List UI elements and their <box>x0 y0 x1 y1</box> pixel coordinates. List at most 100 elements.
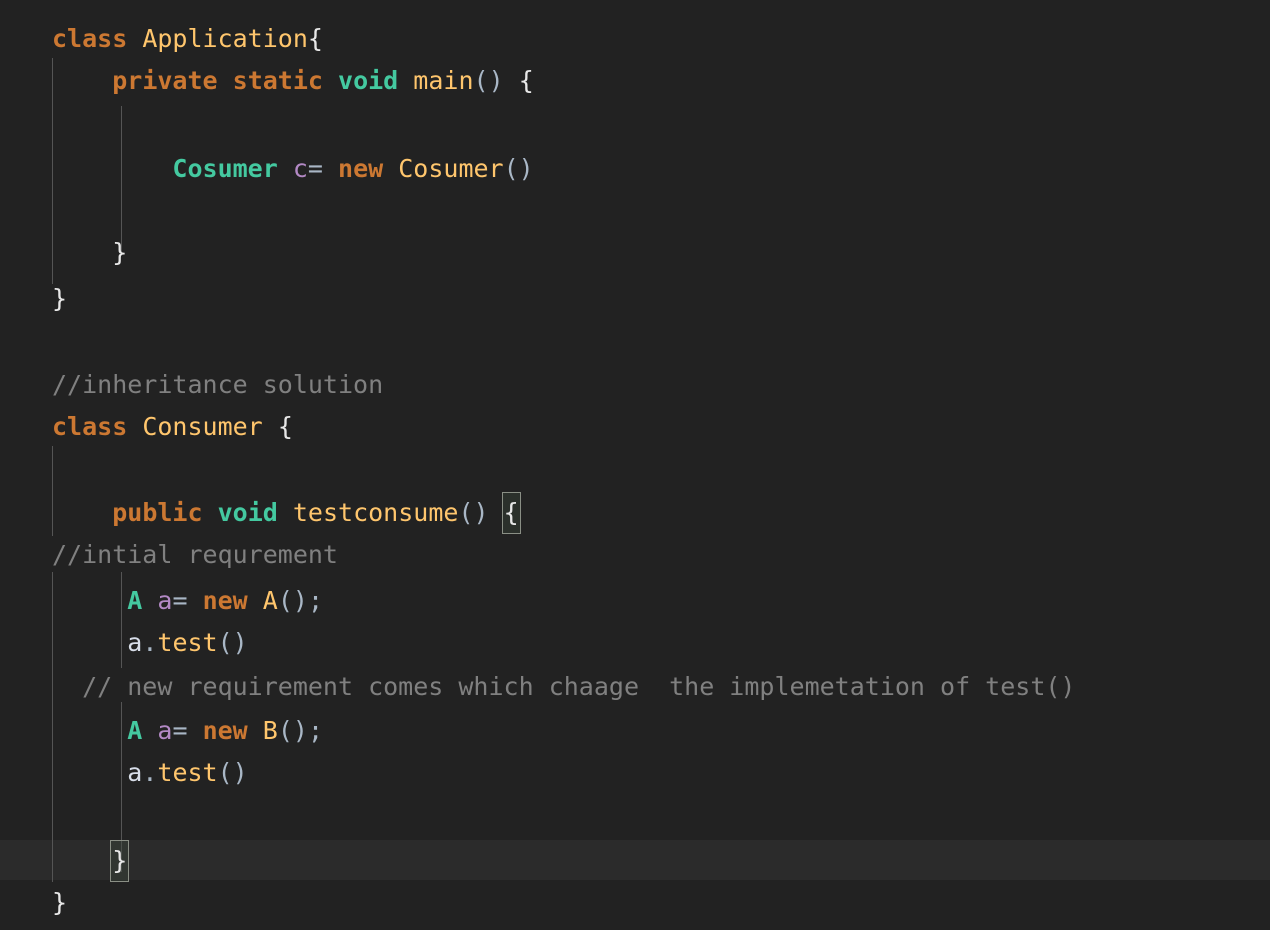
token-identifier: B <box>262 716 278 745</box>
token-punctuation: () <box>503 154 534 183</box>
code-editor[interactable]: class Application{ private static void m… <box>0 0 1270 930</box>
code-line-17[interactable]: a.test() <box>52 752 248 794</box>
code-line-9[interactable]: class Consumer { <box>52 406 293 448</box>
token-identifier: test <box>157 758 218 787</box>
token-punctuation: = <box>172 586 188 615</box>
token-brace_white: { <box>518 66 534 95</box>
code-line-20[interactable]: } <box>52 882 67 924</box>
code-line-7[interactable] <box>52 320 67 362</box>
token-keyword: private <box>112 66 218 95</box>
token-type: void <box>217 498 278 527</box>
token-brace_white: { <box>277 412 293 441</box>
token-variable: c <box>292 154 308 183</box>
code-text-layer[interactable]: class Application{ private static void m… <box>0 0 1270 930</box>
code-line-18[interactable] <box>52 794 67 836</box>
token-punctuation: () <box>217 758 248 787</box>
code-line-8[interactable]: //inheritance solution <box>52 364 383 406</box>
token-punctuation: () <box>217 628 248 657</box>
token-punctuation: (); <box>277 586 324 615</box>
code-line-19[interactable]: } <box>52 840 130 882</box>
token-plain_ident: a <box>127 628 143 657</box>
token-keyword: class <box>52 412 128 441</box>
token-keyword: new <box>338 154 384 183</box>
token-plain_ident: a <box>127 758 143 787</box>
token-keyword: new <box>202 716 248 745</box>
bracket-match-highlight: { <box>501 492 521 534</box>
code-line-1[interactable]: private static void main() { <box>52 60 534 102</box>
token-keyword: class <box>52 24 128 53</box>
code-line-6[interactable]: } <box>52 278 67 320</box>
token-type: Cosumer <box>172 154 278 183</box>
code-line-3[interactable]: Cosumer c= new Cosumer() <box>52 148 534 190</box>
token-keyword: new <box>202 586 248 615</box>
token-brace_white: } <box>52 284 68 313</box>
token-brace_white: { <box>307 24 323 53</box>
token-comment: //inheritance solution <box>52 370 384 399</box>
token-identifier: Consumer <box>142 412 263 441</box>
token-comment: // new requirement comes which chaage th… <box>52 672 1076 701</box>
code-line-13[interactable]: A a= new A(); <box>52 580 323 622</box>
code-line-15[interactable]: // new requirement comes which chaage th… <box>52 666 1076 708</box>
code-line-2[interactable] <box>52 102 67 144</box>
token-keyword: public <box>112 498 203 527</box>
token-keyword: static <box>232 66 323 95</box>
token-brace_white: } <box>52 888 68 917</box>
code-line-0[interactable]: class Application{ <box>52 18 323 60</box>
token-punctuation: () <box>473 66 504 95</box>
token-identifier: main <box>413 66 474 95</box>
token-punctuation: () <box>458 498 489 527</box>
code-line-4[interactable] <box>52 190 67 232</box>
code-line-16[interactable]: A a= new B(); <box>52 710 323 752</box>
token-type: void <box>338 66 399 95</box>
token-identifier: A <box>262 586 278 615</box>
token-variable: a <box>157 586 173 615</box>
token-identifier: Application <box>142 24 308 53</box>
code-line-5[interactable]: } <box>52 232 127 274</box>
token-identifier: test <box>157 628 218 657</box>
token-brace_white: } <box>112 238 128 267</box>
token-punctuation: (); <box>277 716 324 745</box>
code-line-12[interactable]: //intial requrement <box>52 534 338 576</box>
code-line-14[interactable]: a.test() <box>52 622 248 664</box>
token-type: A <box>127 586 143 615</box>
bracket-match-highlight: } <box>110 840 130 882</box>
token-identifier: testconsume <box>292 498 459 527</box>
token-variable: a <box>157 716 173 745</box>
token-type: A <box>127 716 143 745</box>
token-comment: //intial requrement <box>52 540 338 569</box>
code-line-10[interactable] <box>52 448 67 490</box>
token-punctuation: . <box>142 628 158 657</box>
code-line-11[interactable]: public void testconsume() { <box>52 492 521 534</box>
token-punctuation: . <box>142 758 158 787</box>
token-punctuation: = <box>307 154 323 183</box>
token-punctuation: = <box>172 716 188 745</box>
token-identifier: Cosumer <box>398 154 504 183</box>
